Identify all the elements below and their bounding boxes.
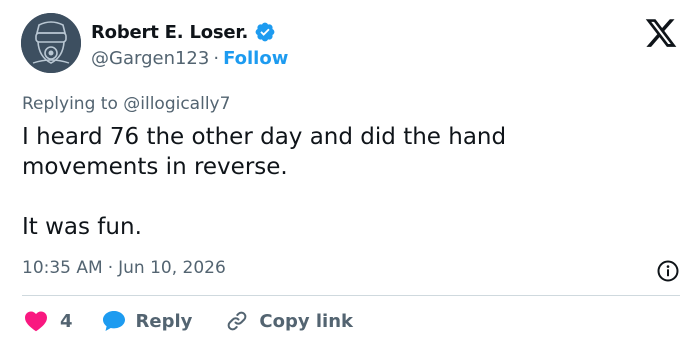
reply-button[interactable]: Reply (101, 309, 193, 333)
tweet-timestamp[interactable]: 10:35 AM · Jun 10, 2026 (22, 258, 226, 278)
reply-label: Reply (135, 310, 193, 332)
author-handle[interactable]: @Gargen123 (91, 48, 209, 69)
tweet-time: 10:35 AM (22, 258, 103, 278)
verified-badge-icon (255, 22, 275, 42)
copy-link-label: Copy link (259, 310, 353, 332)
copy-link-button[interactable]: Copy link (224, 309, 353, 333)
link-icon (228, 311, 247, 331)
x-logo-icon[interactable] (644, 16, 678, 50)
info-icon[interactable] (656, 259, 680, 283)
author-display-name[interactable]: Robert E. Loser. (91, 22, 248, 43)
author-row: Robert E. Loser. (91, 21, 276, 43)
tweet-text: I heard 76 the other day and did the han… (22, 124, 507, 240)
gas-mask-icon (21, 13, 81, 73)
timestamp-separator: · (107, 258, 114, 278)
speech-bubble-icon (102, 311, 125, 331)
handle-separator: · (213, 48, 220, 69)
like-count: 4 (60, 310, 73, 332)
action-bar: 4 Reply Copy link (24, 308, 353, 334)
replying-to: Replying to @illogically7 (22, 94, 230, 114)
follow-button[interactable]: Follow (223, 48, 288, 69)
avatar[interactable] (21, 13, 81, 73)
replying-to-prefix: Replying to (22, 94, 124, 114)
tweet-date: Jun 10, 2026 (118, 258, 226, 278)
handle-row: @Gargen123 · Follow (91, 48, 288, 69)
divider (22, 295, 680, 296)
heart-icon (25, 311, 47, 332)
replying-to-mention[interactable]: @illogically7 (123, 94, 230, 114)
like-button[interactable]: 4 (24, 310, 73, 332)
